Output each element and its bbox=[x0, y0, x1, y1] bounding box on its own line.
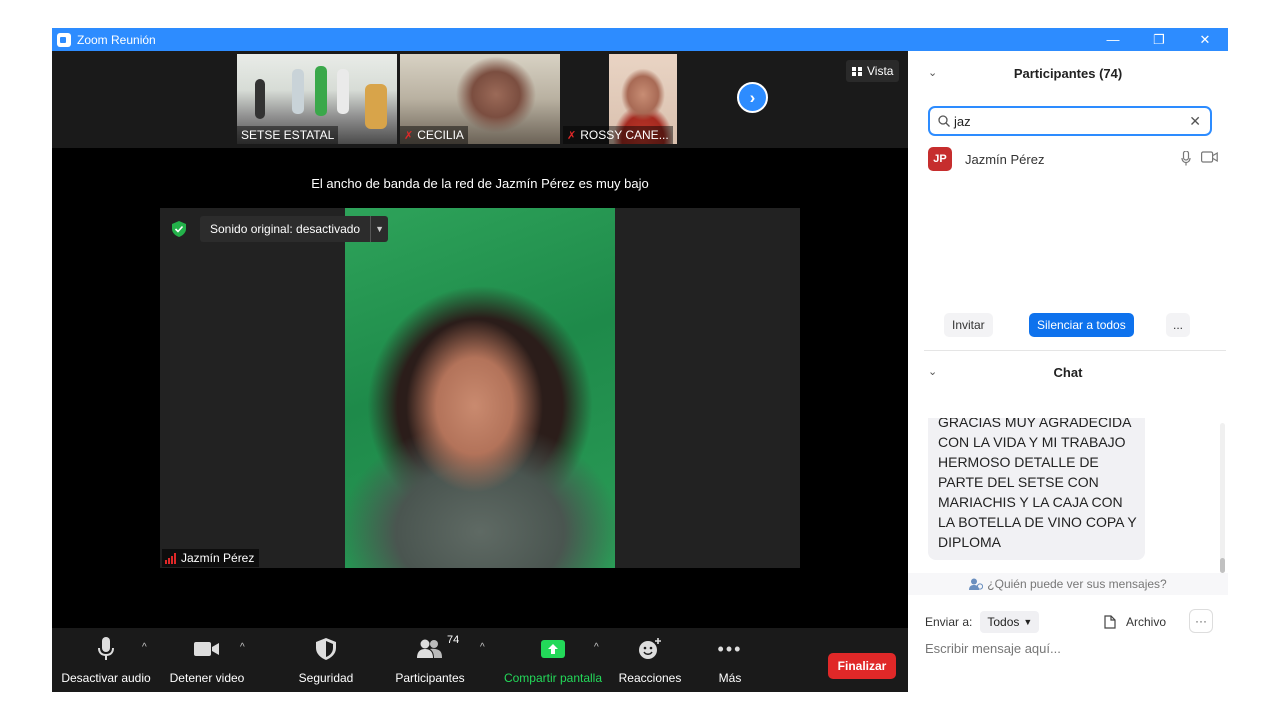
send-to-selector: Enviar a: Todos ▼ bbox=[925, 611, 1040, 633]
chat-scrollbar[interactable] bbox=[1220, 423, 1225, 573]
participant-count: 74 bbox=[447, 634, 460, 646]
thumbnail-name: ✗ CECILIA bbox=[400, 126, 468, 144]
next-page-button[interactable]: › bbox=[737, 82, 768, 113]
chevron-down-icon[interactable]: ▼ bbox=[370, 216, 388, 242]
chat-compose-input[interactable]: Escribir mensaje aquí... bbox=[925, 641, 1215, 656]
speaker-video-frame: Sonido original: desactivado ▼ Jazmín Pé… bbox=[160, 208, 800, 568]
mute-all-button[interactable]: Silenciar a todos bbox=[1029, 313, 1134, 337]
file-button[interactable]: Archivo bbox=[1104, 611, 1166, 633]
speaker-video bbox=[345, 208, 615, 568]
participants-icon: 74 bbox=[417, 634, 459, 662]
participants-header: ⌄ Participantes (74) bbox=[928, 65, 1123, 81]
side-panel: ⌄ Participantes (74) jaz ✕ JP Jazmín Pér… bbox=[908, 51, 1228, 692]
active-speaker-area: El ancho de banda de la red de Jazmín Pé… bbox=[52, 148, 908, 628]
thumbnail-name: ✗ ROSSY CANE... bbox=[563, 126, 673, 144]
clear-search-icon[interactable]: ✕ bbox=[1189, 113, 1201, 130]
title-bar: Zoom Reunión — ❐ ✕ bbox=[52, 28, 1228, 51]
muted-microphone-icon: ✗ bbox=[567, 129, 577, 142]
avatar: JP bbox=[928, 147, 952, 171]
scrollbar-thumb[interactable] bbox=[1220, 558, 1225, 573]
video-camera-icon bbox=[194, 636, 220, 662]
divider bbox=[924, 350, 1226, 351]
close-button[interactable]: ✕ bbox=[1182, 28, 1228, 51]
share-screen-icon bbox=[541, 636, 565, 662]
more-dots-icon: ••• bbox=[717, 638, 743, 659]
invite-button[interactable]: Invitar bbox=[944, 313, 993, 337]
stop-video-button[interactable]: Detener video bbox=[167, 636, 247, 685]
zoom-logo-icon bbox=[57, 32, 71, 47]
view-button[interactable]: Vista bbox=[846, 60, 900, 82]
minimize-button[interactable]: — bbox=[1090, 28, 1136, 51]
recipient-dropdown[interactable]: Todos ▼ bbox=[980, 611, 1040, 633]
window-title: Zoom Reunión bbox=[77, 32, 156, 47]
reactions-icon bbox=[638, 636, 662, 662]
chevron-down-icon: ▼ bbox=[1023, 617, 1033, 627]
restore-button[interactable]: ❐ bbox=[1136, 28, 1182, 51]
share-screen-button[interactable]: Compartir pantalla bbox=[502, 636, 604, 685]
video-thumbnail[interactable]: ✗ CECILIA bbox=[400, 54, 560, 144]
shield-icon bbox=[316, 636, 336, 662]
zoom-window: Zoom Reunión — ❐ ✕ SETSE ESTATAL ✗ CECIL… bbox=[52, 28, 1228, 692]
video-thumbnail[interactable]: SETSE ESTATAL bbox=[237, 54, 397, 144]
more-button[interactable]: ••• Más bbox=[704, 636, 756, 686]
mute-audio-button[interactable]: Desactivar audio bbox=[61, 636, 151, 685]
collapse-chevron-icon[interactable]: ⌄ bbox=[928, 365, 937, 378]
end-meeting-button[interactable]: Finalizar bbox=[828, 653, 896, 679]
window-controls: — ❐ ✕ bbox=[1090, 28, 1228, 51]
encryption-shield-icon bbox=[172, 221, 186, 237]
meeting-stage: SETSE ESTATAL ✗ CECILIA ✗ ROSSY CANE... … bbox=[52, 51, 908, 692]
bandwidth-warning: El ancho de banda de la red de Jazmín Pé… bbox=[311, 176, 649, 191]
video-thumbnail[interactable]: ✗ ROSSY CANE... bbox=[563, 54, 723, 144]
thumbnail-strip: SETSE ESTATAL ✗ CECILIA ✗ ROSSY CANE... … bbox=[52, 51, 908, 148]
collapse-chevron-icon[interactable]: ⌄ bbox=[928, 66, 937, 79]
security-button[interactable]: Seguridad bbox=[292, 636, 360, 685]
chat-messages: GRACIAS MUY AGRADECIDA CON LA VIDA Y MI … bbox=[928, 418, 1220, 561]
meeting-toolbar: Desactivar audio ^ Detener video ^ Segur… bbox=[52, 628, 908, 692]
chat-header: ⌄ Chat bbox=[928, 364, 1083, 380]
participant-status-icons bbox=[1181, 151, 1218, 166]
participants-options-caret-icon[interactable]: ^ bbox=[480, 642, 485, 653]
muted-microphone-icon: ✗ bbox=[404, 129, 414, 142]
search-value: jaz bbox=[954, 113, 971, 129]
chat-message-bubble: GRACIAS MUY AGRADECIDA CON LA VIDA Y MI … bbox=[928, 418, 1145, 560]
signal-strength-icon bbox=[165, 552, 176, 564]
microphone-icon bbox=[97, 636, 115, 662]
original-sound-toggle[interactable]: Sonido original: desactivado ▼ bbox=[200, 216, 389, 242]
participant-name: Jazmín Pérez bbox=[965, 151, 1045, 167]
participants-button[interactable]: 74 Participantes bbox=[392, 634, 468, 685]
search-icon bbox=[938, 115, 950, 127]
participant-search-input[interactable]: jaz ✕ bbox=[928, 106, 1212, 136]
file-icon bbox=[1104, 615, 1116, 629]
grid-icon bbox=[852, 66, 862, 76]
speaker-name-tag: Jazmín Pérez bbox=[162, 549, 260, 567]
video-camera-icon bbox=[1201, 151, 1218, 163]
reactions-button[interactable]: Reacciones bbox=[615, 636, 685, 685]
chat-more-button[interactable]: ··· bbox=[1189, 609, 1213, 633]
user-visibility-icon bbox=[969, 578, 984, 590]
share-options-caret-icon[interactable]: ^ bbox=[594, 642, 599, 653]
microphone-icon bbox=[1181, 151, 1191, 166]
audio-options-caret-icon[interactable]: ^ bbox=[142, 642, 147, 653]
who-can-see-link[interactable]: ¿Quién puede ver sus mensajes? bbox=[908, 573, 1228, 595]
participants-more-button[interactable]: ... bbox=[1166, 313, 1190, 337]
video-options-caret-icon[interactable]: ^ bbox=[240, 642, 245, 653]
thumbnail-name: SETSE ESTATAL bbox=[237, 126, 339, 144]
participant-row[interactable]: JP Jazmín Pérez bbox=[928, 147, 1218, 171]
